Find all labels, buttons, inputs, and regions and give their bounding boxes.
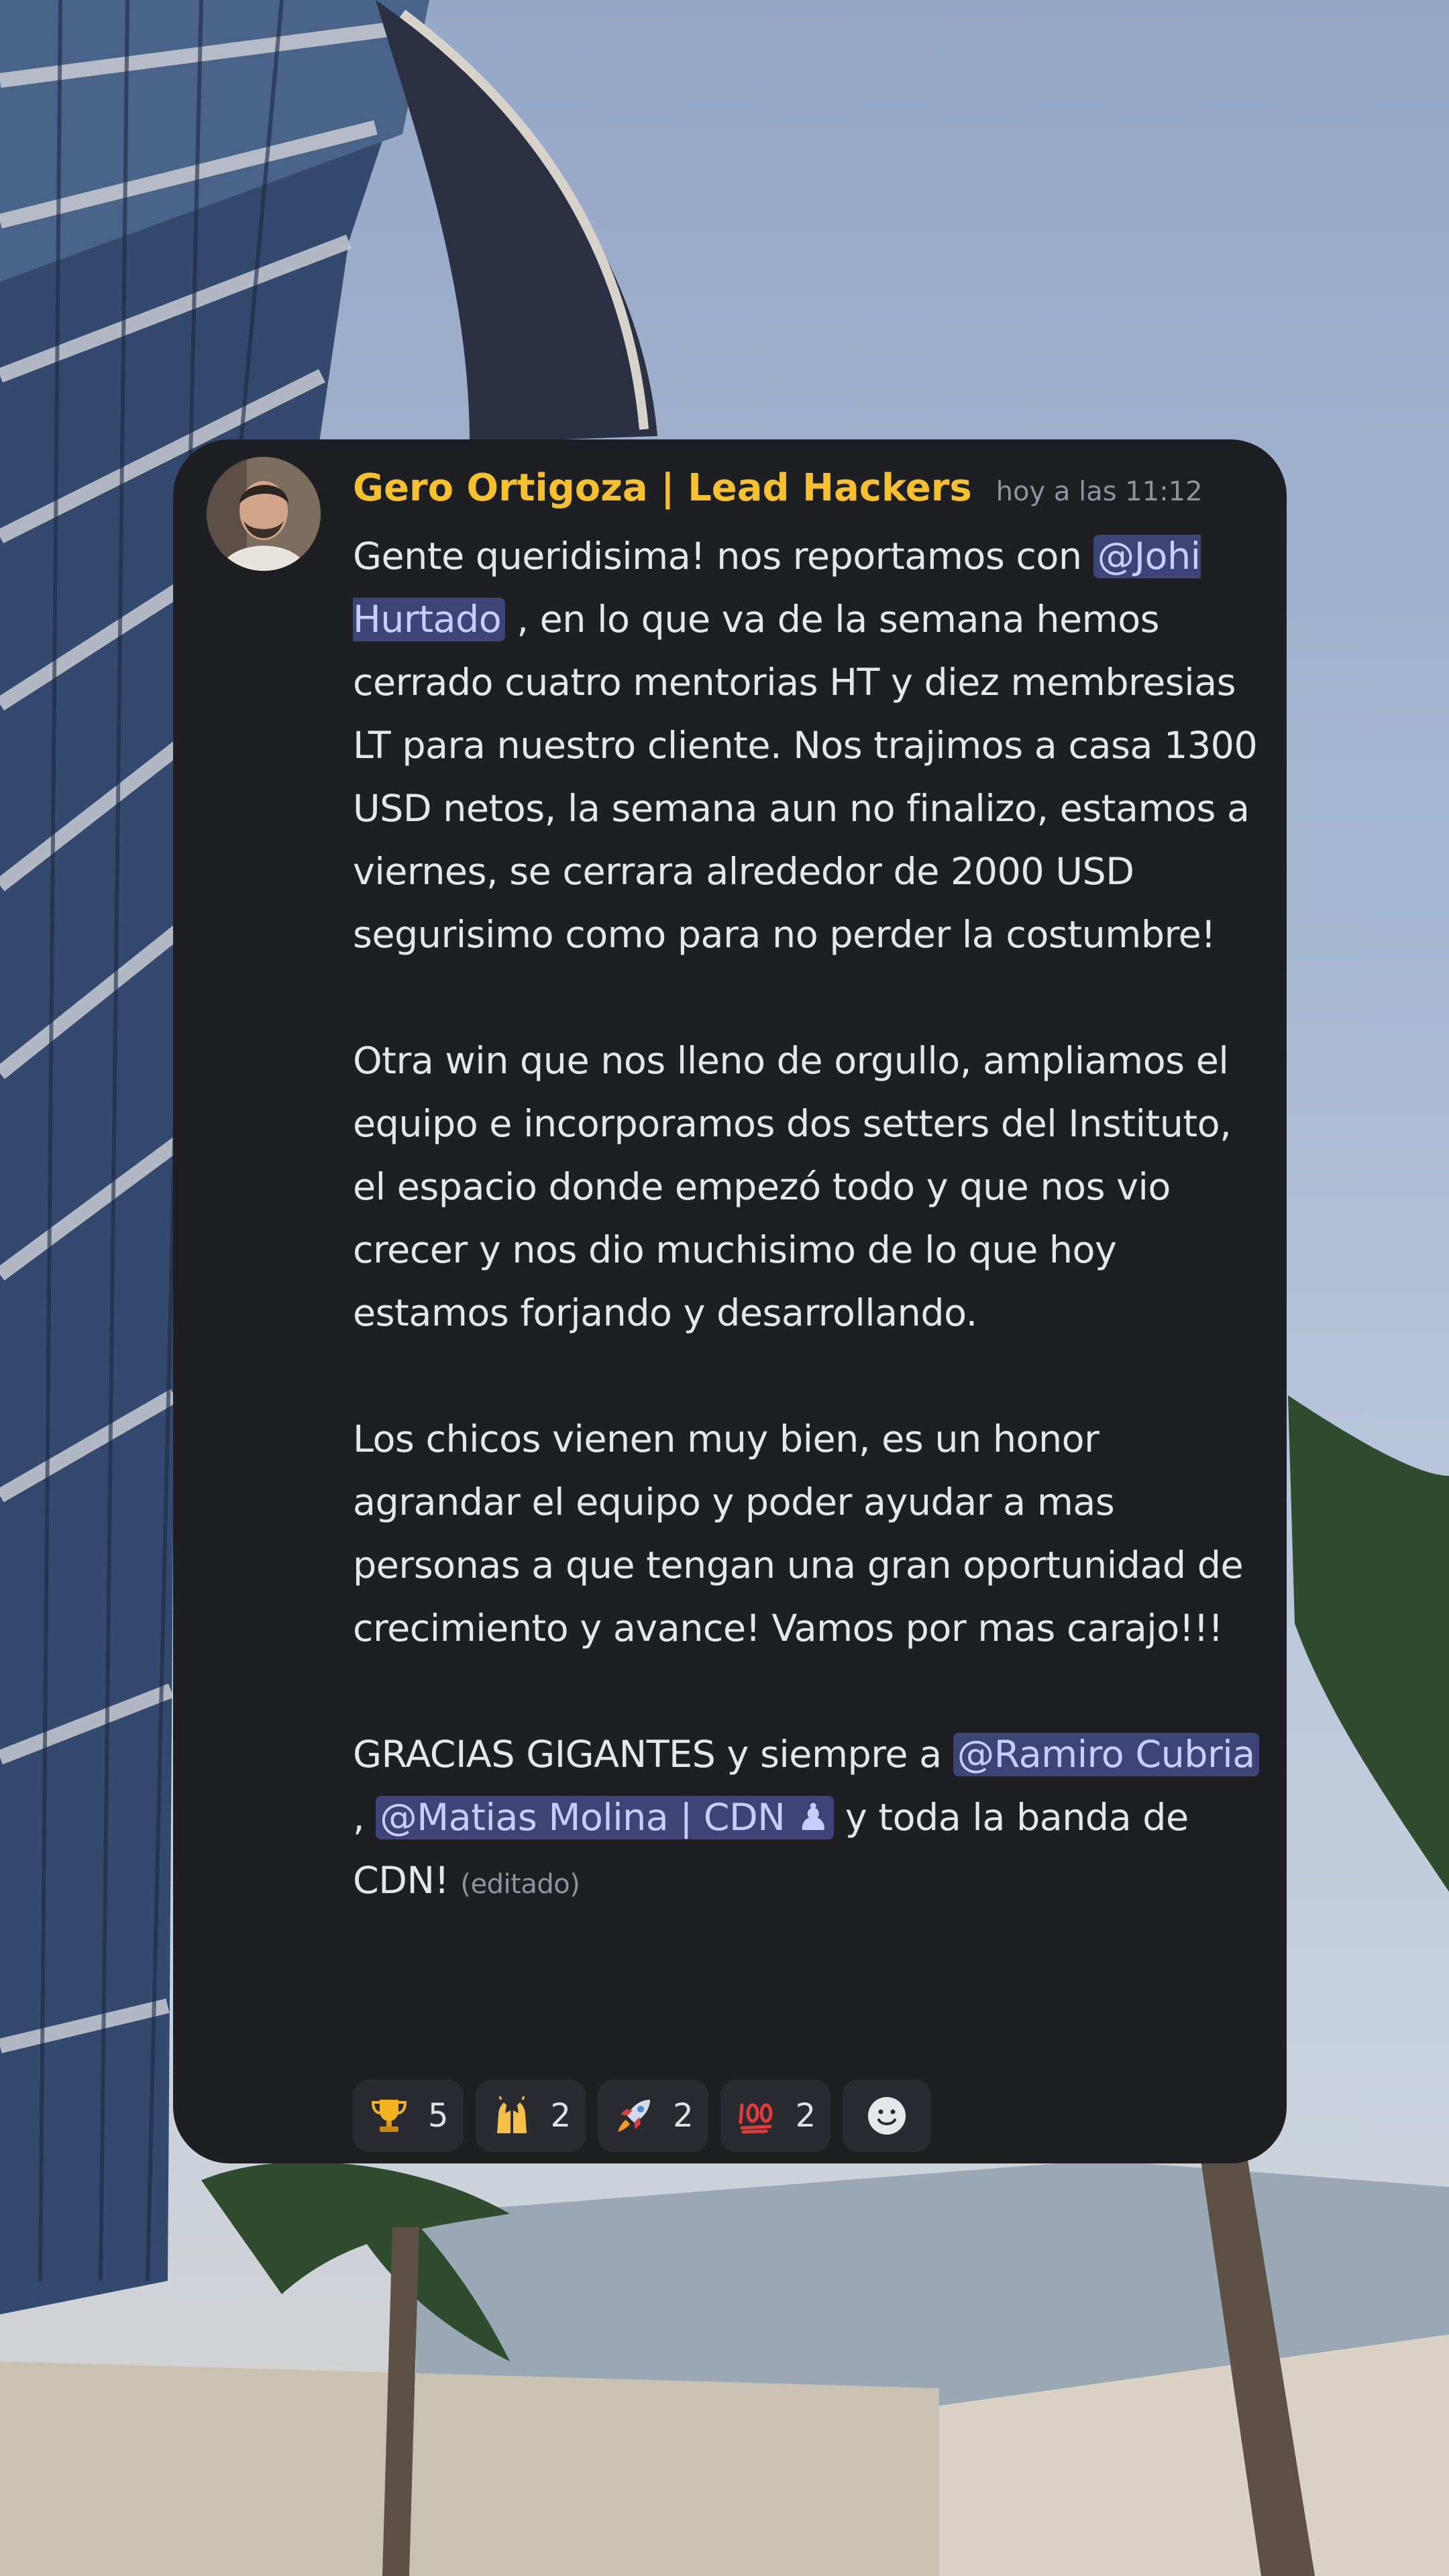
reaction-hundred[interactable]: 2: [720, 2080, 831, 2152]
edited-label: (editado): [460, 1869, 580, 1900]
message-header: Gero Ortigoza | Lead Hackers hoy a las 1…: [353, 466, 1203, 510]
paragraph-3: Los chicos vienen muy bien, es un honor …: [353, 1417, 1244, 1650]
mention-matias-molina[interactable]: @Matias Molina | CDN ♟: [376, 1796, 834, 1839]
reaction-count: 2: [550, 2097, 572, 2135]
message-timestamp: hoy a las 11:12: [996, 476, 1203, 507]
smiley-icon: [865, 2094, 908, 2137]
paragraph-1-text-a: Gente queridisima! nos reportamos con: [353, 535, 1093, 578]
rocket-icon: [612, 2094, 655, 2137]
paragraph-1: Gente queridisima! nos reportamos con @J…: [353, 525, 1273, 967]
reaction-count: 5: [428, 2097, 449, 2135]
mention-ramiro-cubria[interactable]: @Ramiro Cubria: [953, 1733, 1259, 1776]
raised-hands-icon: [490, 2094, 533, 2137]
author-name[interactable]: Gero Ortigoza | Lead Hackers: [353, 466, 972, 510]
reaction-raised-hands[interactable]: 2: [475, 2080, 586, 2152]
reaction-count: 2: [795, 2097, 816, 2135]
add-reaction-button[interactable]: [843, 2080, 932, 2152]
hundred-points-icon: [735, 2094, 778, 2137]
message-content: Gente queridisima! nos reportamos con @J…: [353, 525, 1273, 1916]
paragraph-2: Otra win que nos lleno de orgullo, ampli…: [353, 1039, 1232, 1335]
reaction-trophy[interactable]: 5: [353, 2080, 464, 2152]
reaction-count: 2: [673, 2097, 694, 2135]
paragraph-1-text-b: , en lo que va de la semana hemos cerrad…: [353, 598, 1258, 957]
trophy-icon: [368, 2094, 411, 2137]
paragraph-4: GRACIAS GIGANTES y siempre a @Ramiro Cub…: [353, 1723, 1273, 1916]
reaction-rocket[interactable]: 2: [598, 2080, 708, 2152]
message-card: Gero Ortigoza | Lead Hackers hoy a las 1…: [173, 439, 1287, 2163]
paragraph-4-text-a: GRACIAS GIGANTES y siempre a: [353, 1733, 953, 1776]
reactions-bar: 5 2 2 2: [353, 2080, 932, 2152]
paragraph-4-text-b: ,: [353, 1796, 376, 1839]
avatar[interactable]: [207, 457, 321, 571]
